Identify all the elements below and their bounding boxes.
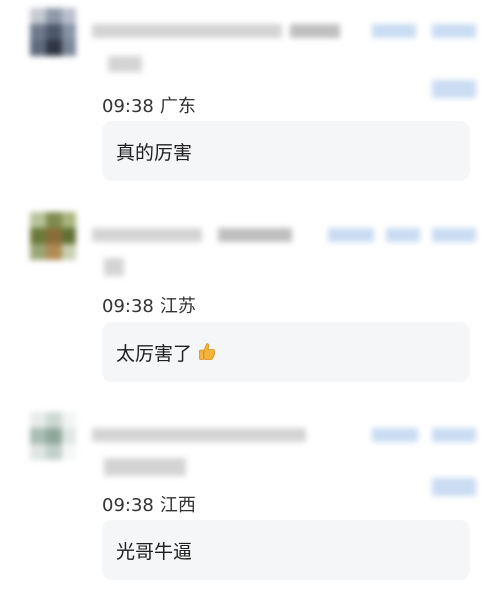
comment-bubble[interactable]: 光哥牛逼 — [102, 520, 470, 580]
username-blurred[interactable] — [92, 428, 306, 442]
like-action-blurred[interactable] — [432, 428, 476, 442]
comment-region: 江西 — [159, 495, 196, 516]
badge-blurred — [104, 458, 186, 476]
comment-time: 09:38 — [102, 495, 154, 516]
comment-text: 光哥牛逼 — [116, 540, 193, 563]
comment-item-3: 09:38 江西 光哥牛逼 — [0, 0, 500, 598]
like-count-blurred — [432, 478, 476, 496]
reply-action-blurred[interactable] — [372, 428, 418, 442]
avatar-blurred[interactable] — [30, 412, 76, 468]
comment-meta: 09:38 江西 — [102, 491, 196, 517]
